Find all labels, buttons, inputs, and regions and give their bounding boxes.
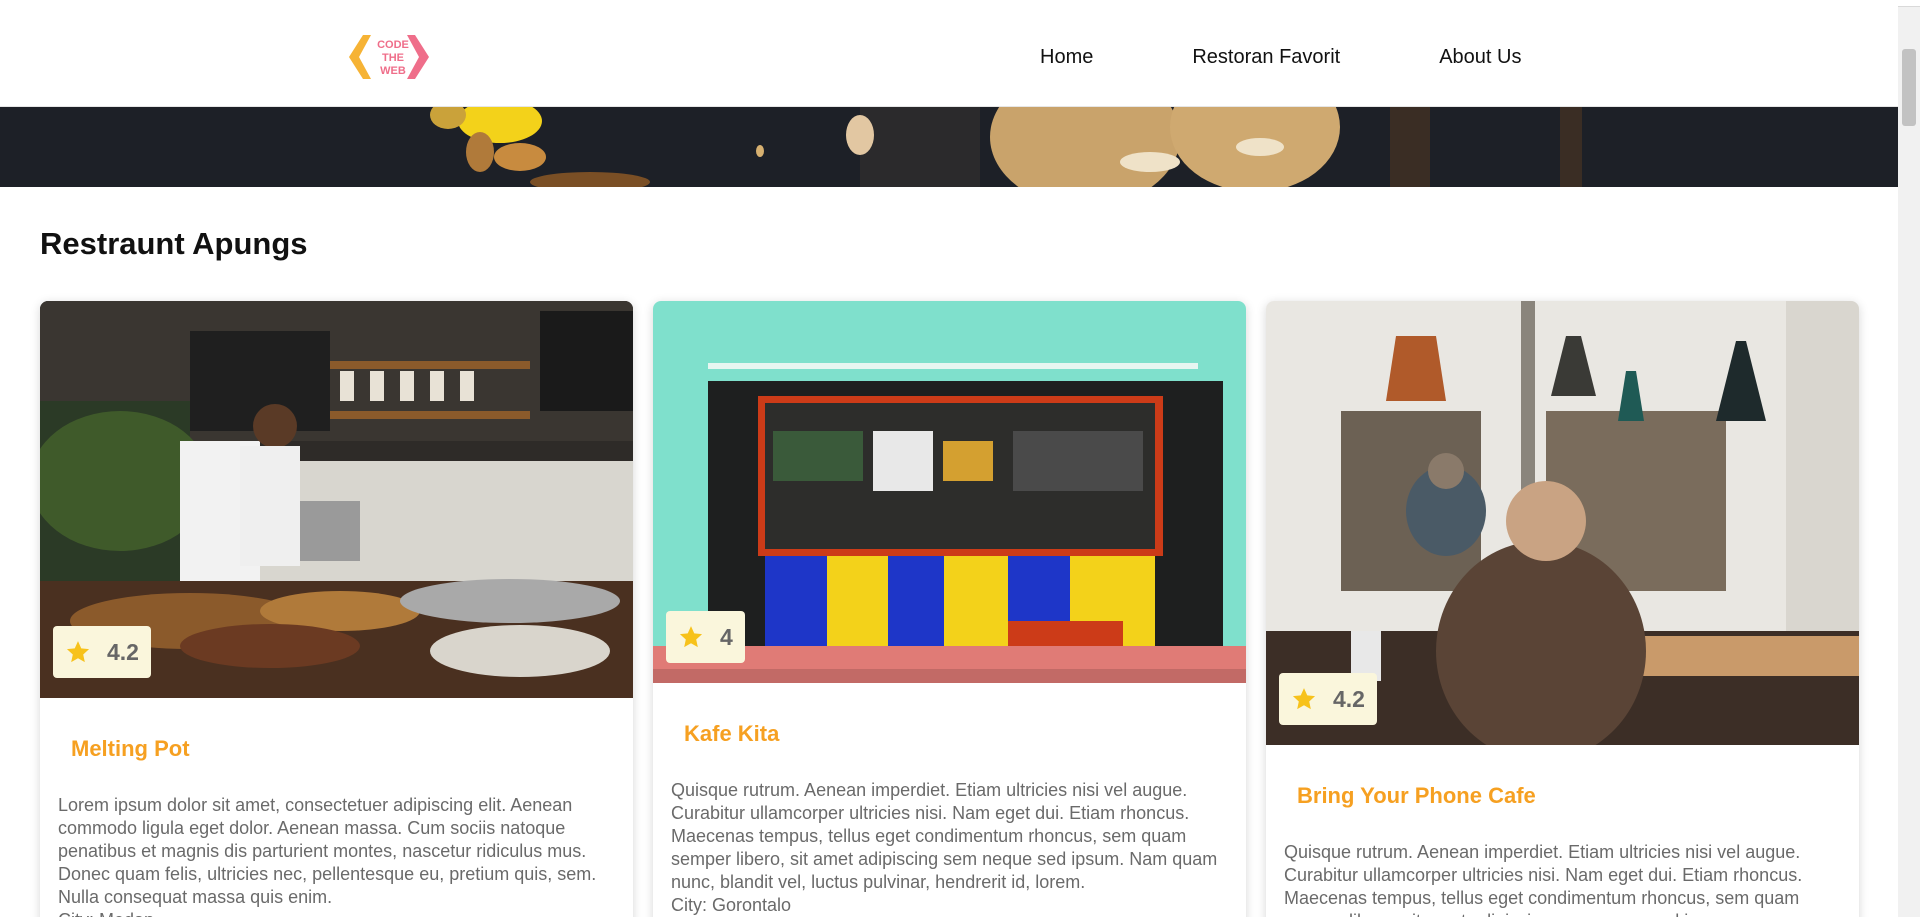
restaurant-description: Quisque rutrum. Aenean imperdiet. Etiam … [1284,842,1803,917]
rating-value: 4.2 [1333,685,1365,712]
section-title: Restraunt Apungs [40,226,308,261]
restaurant-photo: 4.2 [1266,301,1859,745]
rating-value: 4 [720,623,733,650]
star-icon [66,641,90,663]
star-icon [1292,688,1316,710]
rating-badge: 4.2 [53,626,151,678]
site-header: CODE THE WEB Home Restoran Favorit About… [0,7,1898,107]
restaurant-city: City: Medan [58,909,615,917]
restaurant-description: Lorem ipsum dolor sit amet, consectetuer… [58,795,597,907]
logo-word-1: CODE [377,39,409,51]
page-scrollbar[interactable] [1898,7,1920,917]
restaurant-card[interactable]: 4.2 Melting Pot Lorem ipsum dolor sit am… [40,301,633,917]
logo-word-2: THE [382,52,404,64]
restaurant-city: City: Gorontalo [671,895,792,915]
restaurant-description: Quisque rutrum. Aenean imperdiet. Etiam … [671,780,1218,892]
restaurant-photo: 4.2 [40,301,633,698]
logo-word-3: WEB [380,65,406,77]
restaurant-name[interactable]: Melting Pot [71,736,633,762]
rating-value: 4.2 [107,638,139,665]
nav-restoran-favorit[interactable]: Restoran Favorit [1192,47,1340,67]
scrollbar-thumb[interactable] [1902,49,1916,126]
restaurant-photo: 4 [653,301,1246,683]
restaurant-card[interactable]: 4.2 Bring Your Phone Cafe Quisque rutrum… [1266,301,1859,917]
code-the-web-logo[interactable]: CODE THE WEB [345,33,441,81]
restaurant-name[interactable]: Kafe Kita [684,721,1246,747]
main-nav: Home Restoran Favorit About Us [1040,7,1521,107]
nav-about-us[interactable]: About Us [1439,47,1521,67]
page: CODE THE WEB Home Restoran Favorit About… [0,0,1898,917]
restaurant-name[interactable]: Bring Your Phone Cafe [1297,783,1859,809]
star-icon [679,626,703,648]
restaurant-card[interactable]: 4 Kafe Kita Quisque rutrum. Aenean imper… [653,301,1246,917]
hero-image [0,107,1898,187]
rating-badge: 4.2 [1279,673,1377,725]
nav-home[interactable]: Home [1040,47,1093,67]
rating-badge: 4 [666,611,745,663]
